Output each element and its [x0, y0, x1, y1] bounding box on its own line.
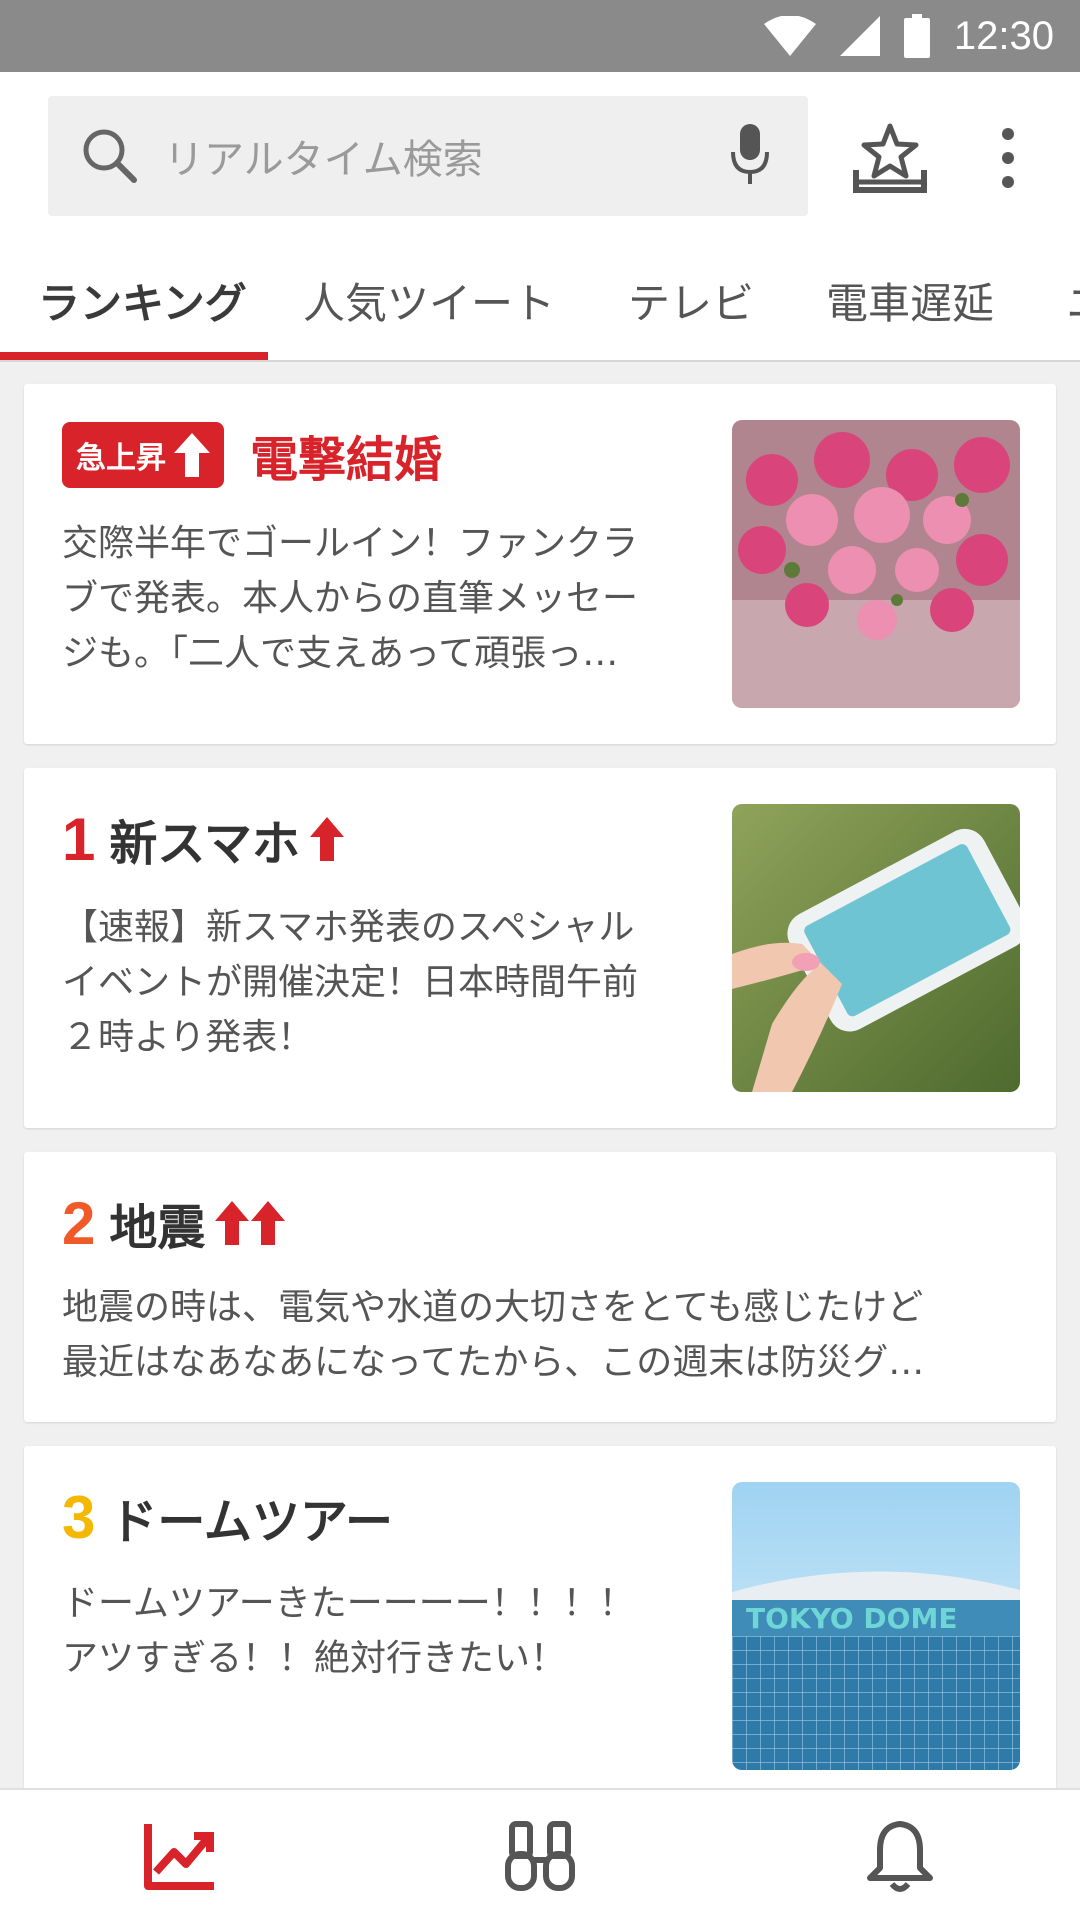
smartphone-image: [732, 804, 1020, 1092]
tab-news[interactable]: ニ: [1066, 240, 1080, 360]
card-title-row: 急上昇 電撃結婚: [62, 420, 442, 490]
battery-icon: [903, 14, 930, 58]
card-title-row: 3 ドームツアー: [62, 1482, 393, 1552]
arrow-up-icon: [309, 817, 344, 861]
desc-line: ジも。「二人で支えあって頑張っ…: [62, 633, 619, 674]
cellular-icon: [839, 16, 880, 56]
card-description: 地震の時は、電気や水道の大切さをとても感じたけど 最近はなあなあになってたから、…: [62, 1280, 924, 1390]
tray-star-icon[interactable]: [850, 120, 930, 200]
arrow-up-icon: [251, 1201, 286, 1245]
status-time: 12:30: [953, 13, 1054, 58]
desc-line: 地震の時は、電気や水道の大切さをとても感じたけど: [62, 1287, 924, 1328]
binoculars-icon[interactable]: [500, 1816, 580, 1896]
ranking-card-2[interactable]: 2 地震 地震の時は、電気や水道の大切さをとても感じたけど 最近はなあなあになっ…: [24, 1152, 1056, 1422]
ranking-card-1[interactable]: 1 新スマホ 【速報】新スマホ発表のスペシャル イベントが開催決定！日本時間午前…: [24, 768, 1056, 1128]
tab-popular-tweets[interactable]: 人気ツイート: [303, 240, 555, 360]
desc-line: イベントが開催決定！日本時間午前: [62, 962, 639, 1003]
arrow-up-icon: [174, 433, 210, 477]
arrow-up-icon: [215, 1201, 250, 1245]
surge-badge: 急上昇: [62, 422, 224, 488]
card-title: 新スマホ: [109, 816, 300, 872]
card-title: 電撃結婚: [250, 432, 443, 488]
search-icon[interactable]: [80, 126, 140, 186]
card-description: 交際半年でゴールイン！ファンクラ ブで発表。本人からの直筆メッセー ジも。「二人…: [62, 516, 638, 681]
rank-number: 1: [62, 805, 96, 873]
bottom-nav: [0, 1788, 1080, 1920]
search-box[interactable]: リアルタイム検索: [48, 96, 808, 216]
more-vert-icon[interactable]: [990, 124, 1026, 196]
mic-icon[interactable]: [730, 124, 770, 188]
bell-icon[interactable]: [860, 1816, 940, 1896]
trending-chart-icon[interactable]: [140, 1816, 220, 1896]
bouquet-image: [732, 420, 1020, 708]
rank-up-arrows: [215, 1201, 287, 1245]
card-description: 【速報】新スマホ発表のスペシャル イベントが開催決定！日本時間午前 ２時より発表…: [62, 900, 638, 1065]
desc-line: ブで発表。本人からの直筆メッセー: [62, 578, 639, 619]
tokyo-dome-image: TOKYO DOME: [732, 1482, 1020, 1770]
tab-bar: ランキング 人気ツイート テレビ 電車遅延 ニ: [0, 240, 1080, 362]
rank-number: 2: [62, 1189, 96, 1257]
desc-line: 【速報】新スマホ発表のスペシャル: [62, 907, 635, 948]
desc-line: 最近はなあなあになってたから、この週末は防災グ…: [62, 1342, 925, 1383]
wifi-icon: [763, 16, 816, 56]
desc-line: 交際半年でゴールイン！ファンクラ: [62, 523, 639, 564]
desc-line: ドームツアーきたーーーー！！！！: [62, 1583, 635, 1624]
card-description: ドームツアーきたーーーー！！！！ アツすぎる！！絶対行きたい！: [62, 1576, 635, 1686]
card-title-row: 2 地震: [62, 1188, 287, 1258]
app-bar: リアルタイム検索: [0, 72, 1080, 240]
rank-up-arrows: [309, 817, 346, 861]
desc-line: アツすぎる！！絶対行きたい！: [62, 1638, 567, 1679]
desc-line: ２時より発表！: [62, 1017, 314, 1058]
tab-ranking[interactable]: ランキング: [38, 240, 247, 360]
search-input[interactable]: リアルタイム検索: [164, 127, 483, 185]
ranking-card-3[interactable]: 3 ドームツアー ドームツアーきたーーーー！！！！ アツすぎる！！絶対行きたい！…: [24, 1446, 1056, 1846]
rank-number: 3: [62, 1483, 96, 1551]
tab-indicator: [0, 352, 268, 360]
trend-card[interactable]: 急上昇 電撃結婚 交際半年でゴールイン！ファンクラ ブで発表。本人からの直筆メッ…: [24, 384, 1056, 744]
card-title: 地震: [109, 1200, 206, 1256]
surge-badge-label: 急上昇: [76, 441, 166, 476]
card-title-row: 1 新スマホ: [62, 804, 346, 874]
card-title: ドームツアー: [109, 1494, 394, 1550]
status-bar: 12:30: [0, 0, 1080, 72]
tab-train-delay[interactable]: 電車遅延: [826, 240, 994, 360]
dome-sign-text: TOKYO DOME: [746, 1602, 957, 1635]
tab-tv[interactable]: テレビ: [628, 240, 754, 360]
